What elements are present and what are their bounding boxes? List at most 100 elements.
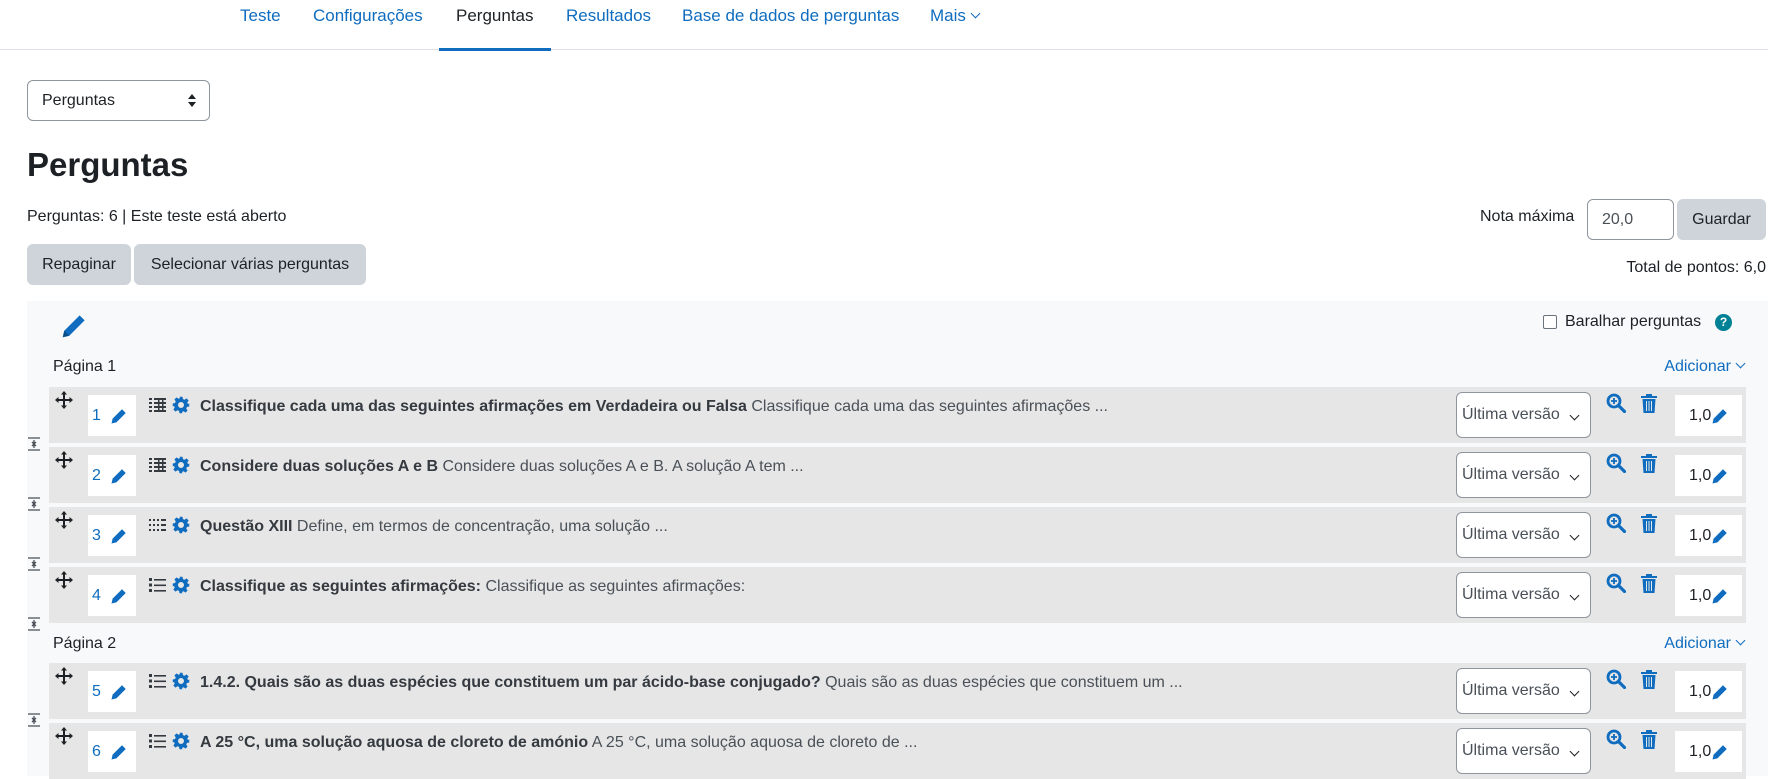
page-break-icon[interactable] [27,497,41,511]
question-number[interactable]: 2 [88,455,136,496]
question-title: 1.4.2. Quais são as duas espécies que co… [200,674,821,691]
move-icon[interactable] [55,511,73,529]
preview-zoom-icon[interactable] [1606,669,1626,689]
add-label: Adicionar [1664,635,1731,652]
page-break-icon[interactable] [27,713,41,727]
repaginate-button[interactable]: Repaginar [27,244,131,285]
pencil-icon[interactable] [110,587,128,605]
shuffle-checkbox[interactable] [1543,315,1557,329]
gear-icon[interactable] [172,396,190,414]
max-mark[interactable]: 1,0 [1675,575,1742,616]
version-select[interactable]: Última versão [1456,668,1591,714]
page-break-icon[interactable] [27,557,41,571]
tab-configuracoes[interactable]: Configurações [313,0,423,50]
pencil-icon[interactable] [110,743,128,761]
trash-icon[interactable] [1640,669,1658,689]
max-mark[interactable]: 1,0 [1675,671,1742,712]
trash-icon[interactable] [1640,453,1658,473]
question-number[interactable]: 4 [88,575,136,616]
pencil-icon[interactable] [110,527,128,545]
question-preview: A 25 °C, uma solução aquosa de cloreto d… [591,734,918,751]
gear-icon[interactable] [172,732,190,750]
tab-teste[interactable]: Teste [240,0,281,50]
preview-zoom-icon[interactable] [1606,729,1626,749]
preview-zoom-icon[interactable] [1606,453,1626,473]
pencil-icon[interactable] [1711,527,1729,545]
question-number-text: 1 [92,407,101,424]
pencil-icon[interactable] [1711,407,1729,425]
gear-icon[interactable] [172,516,190,534]
shuffle-toggle[interactable]: Baralhar perguntas ? [1543,313,1733,331]
tab-resultados[interactable]: Resultados [566,0,651,50]
help-icon[interactable]: ? [1715,313,1733,331]
question-preview: Quais são as duas espécies que constitue… [825,674,1183,691]
version-select[interactable]: Última versão [1456,452,1591,498]
pencil-icon[interactable] [1711,683,1729,701]
version-select[interactable]: Última versão [1456,512,1591,558]
max-mark[interactable]: 1,0 [1675,515,1742,556]
version-select[interactable]: Última versão [1456,728,1591,774]
max-grade-input[interactable]: 20,0 [1587,199,1674,240]
gear-icon[interactable] [172,672,190,690]
question-row: 6 A 25 °C, uma solução aquosa de cloreto… [49,723,1746,779]
checklist-icon [149,578,166,592]
question-row: 1 Classifique cada uma das seguintes afi… [49,387,1746,443]
gear-icon[interactable] [172,456,190,474]
pencil-icon[interactable] [110,683,128,701]
tab-mais[interactable]: Mais [930,0,981,50]
question-number[interactable]: 6 [88,731,136,772]
page-break-icon[interactable] [27,437,41,451]
save-button[interactable]: Guardar [1677,199,1766,240]
trash-icon[interactable] [1640,393,1658,413]
question-number[interactable]: 5 [88,671,136,712]
pencil-icon[interactable] [1711,467,1729,485]
version-select[interactable]: Última versão [1456,392,1591,438]
pencil-icon[interactable] [110,467,128,485]
select-multiple-button[interactable]: Selecionar várias perguntas [134,244,366,285]
question-title: Questão XIII [200,518,293,535]
question-preview: Classifique as seguintes afirmações: [485,578,746,595]
add-question-menu-page-1[interactable]: Adicionar [1664,358,1746,376]
max-mark[interactable]: 1,0 [1675,455,1742,496]
checklist-icon [149,734,166,748]
question-number[interactable]: 3 [88,515,136,556]
add-question-menu-page-2[interactable]: Adicionar [1664,635,1746,653]
question-preview: Define, em termos de concentração, uma s… [296,518,668,535]
question-title: Classifique cada uma das seguintes afirm… [200,398,747,415]
trash-icon[interactable] [1640,513,1658,533]
move-icon[interactable] [55,667,73,685]
sort-arrows-icon [188,94,196,107]
max-mark[interactable]: 1,0 [1675,395,1742,436]
trash-icon[interactable] [1640,573,1658,593]
question-name: Classifique as seguintes afirmações: Cla… [200,578,745,596]
page-selector[interactable]: Perguntas [27,80,210,121]
version-select[interactable]: Última versão [1456,572,1591,618]
preview-zoom-icon[interactable] [1606,513,1626,533]
tab-base-de-dados[interactable]: Base de dados de perguntas [682,0,899,50]
question-row: 5 1.4.2. Quais são as duas espécies que … [49,663,1746,719]
question-title: Considere duas soluções A e B [200,458,438,475]
trash-icon[interactable] [1640,729,1658,749]
pencil-icon[interactable] [1711,743,1729,761]
max-mark[interactable]: 1,0 [1675,731,1742,772]
chevron-down-icon [1569,530,1580,541]
quiz-edit-panel: Baralhar perguntas ? Página 1 Adicionar … [27,301,1768,779]
question-name: Questão XIII Define, em termos de concen… [200,518,668,536]
pencil-icon[interactable] [59,311,89,341]
max-mark-value: 1,0 [1689,683,1712,700]
page-selector-value: Perguntas [42,92,115,109]
move-icon[interactable] [55,571,73,589]
gear-icon[interactable] [172,576,190,594]
total-points: Total de pontos: 6,0 [1626,259,1766,276]
pencil-icon[interactable] [1711,587,1729,605]
page-heading-1: Página 1 [53,358,117,375]
question-number[interactable]: 1 [88,395,136,436]
move-icon[interactable] [55,451,73,469]
pencil-icon[interactable] [110,407,128,425]
preview-zoom-icon[interactable] [1606,393,1626,413]
tab-perguntas[interactable]: Perguntas [439,0,550,51]
page-break-icon[interactable] [27,617,41,631]
move-icon[interactable] [55,727,73,745]
preview-zoom-icon[interactable] [1606,573,1626,593]
move-icon[interactable] [55,391,73,409]
